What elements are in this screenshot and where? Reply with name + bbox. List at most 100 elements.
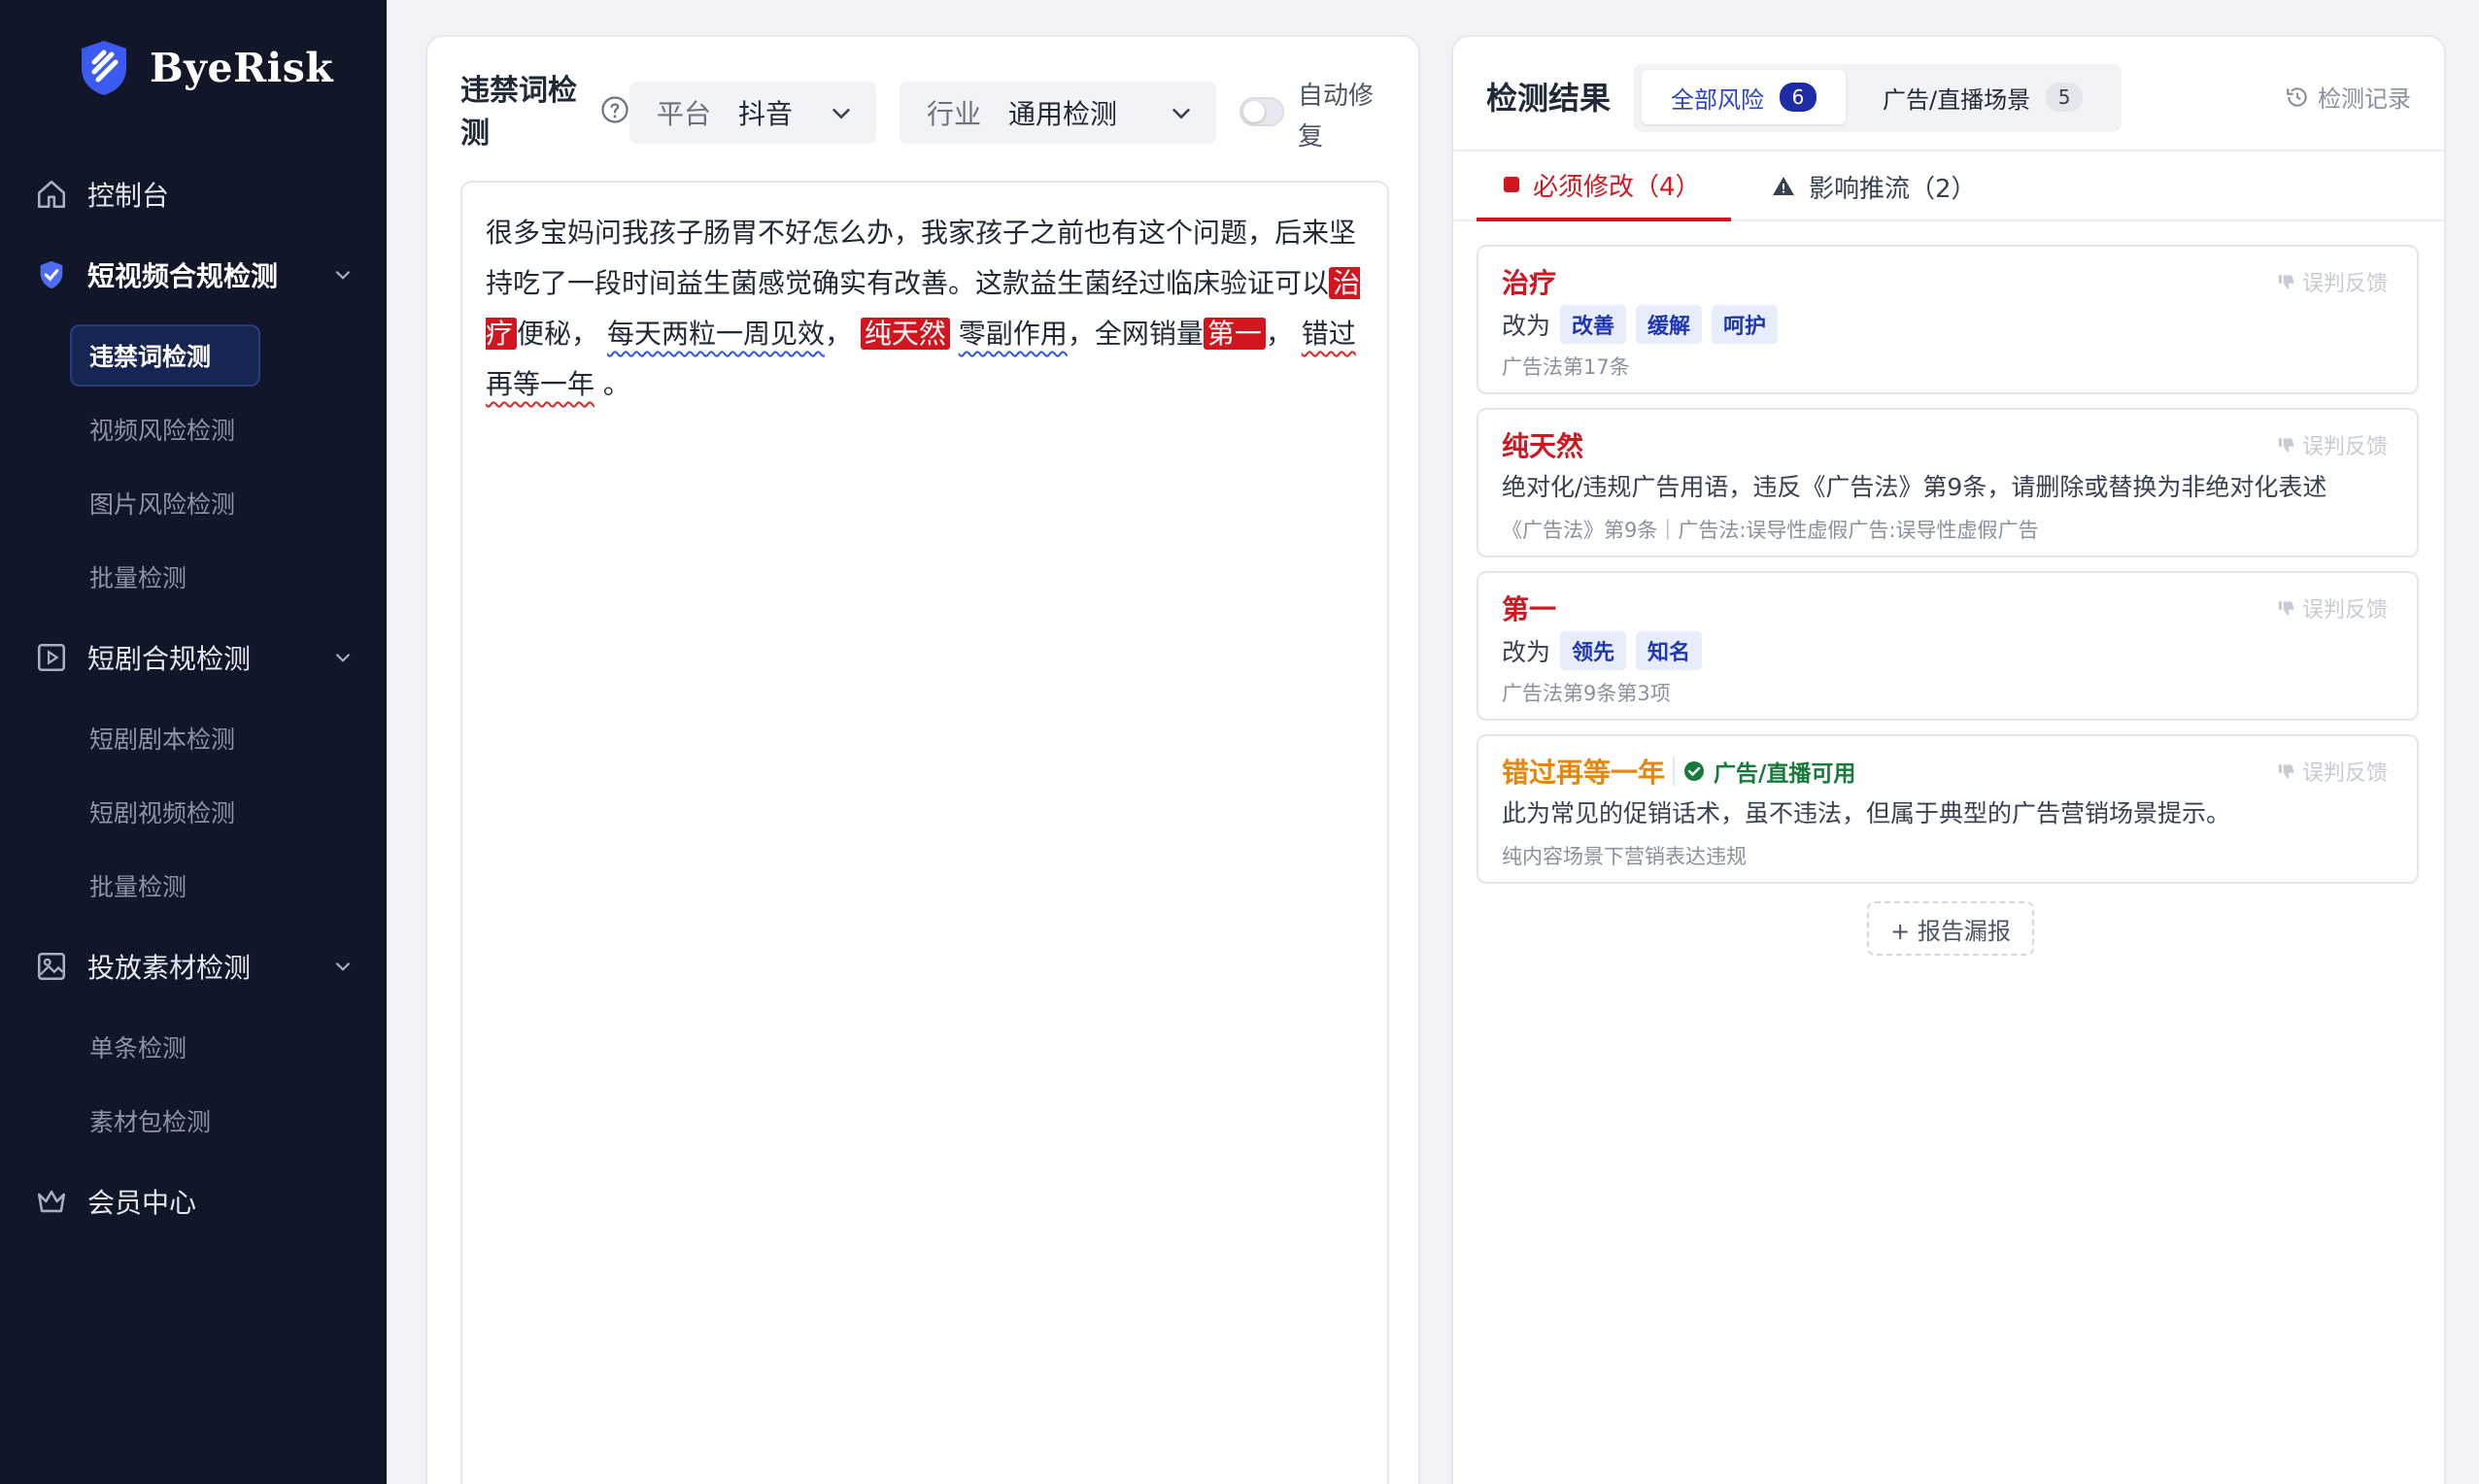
warning-underline[interactable]: 每天两粒一周见效	[607, 318, 825, 350]
nav-sub-video-risk[interactable]: 视频风险检测	[70, 398, 260, 460]
report-missed-button[interactable]: + 报告漏报	[1867, 901, 2034, 956]
suggestion-chip[interactable]: 缓解	[1636, 305, 1703, 344]
nav-ad-material-label: 投放素材检测	[87, 952, 252, 984]
platform-select-label: 平台	[657, 98, 712, 130]
allowed-tag-label: 广告/直播可用	[1714, 761, 1856, 787]
help-icon[interactable]	[600, 95, 629, 124]
violation-highlight[interactable]: 纯天然	[860, 318, 950, 350]
results-tabs: 必须修改（4） 影响推流（2）	[1453, 150, 2444, 221]
text-editor[interactable]: 很多宝妈问我孩子肠胃不好怎么办，我家孩子之前也有这个问题，后来坚持吃了一段时间益…	[460, 181, 1389, 1484]
nav-membership[interactable]: 会员中心	[35, 1172, 356, 1231]
text-segment: 。	[602, 368, 630, 400]
divider	[1673, 757, 1676, 786]
result-item[interactable]: 错过再等一年 广告/直播可用 误判反馈 此为常见的促销话术，虽不违法，但属于典型…	[1477, 734, 2419, 884]
count-badge: 6	[1780, 83, 1817, 112]
result-item[interactable]: 纯天然 误判反馈 绝对化/违规广告用语，违反《广告法》第9条，请删除或替换为非绝…	[1477, 408, 2419, 557]
tab-must-fix[interactable]: 必须修改（4）	[1477, 152, 1731, 221]
feedback-button[interactable]: 误判反馈	[2277, 592, 2388, 624]
feedback-label: 误判反馈	[2301, 435, 2388, 459]
industry-select[interactable]: 行业 通用检测	[900, 82, 1216, 144]
rule-source: 《广告法》第9条｜广告法:误导性虚假广告:误导性虚假广告	[1502, 519, 2039, 542]
feedback-label: 误判反馈	[2301, 598, 2388, 623]
suggestion-line: 改为 改善 缓解 呵护	[1502, 305, 1779, 344]
thumbs-down-icon	[2278, 275, 2294, 289]
chevron-down-icon	[832, 108, 851, 119]
industry-select-value: 通用检测	[1008, 98, 1118, 130]
history-icon	[2287, 86, 2307, 107]
history-link[interactable]: 检测记录	[2285, 80, 2411, 114]
suggestion-chip[interactable]: 知名	[1636, 631, 1703, 670]
filter-ad-label: 广告/直播场景	[1883, 85, 2031, 114]
text-segment: 很多宝妈问我孩子肠胃不好怎么办，我家孩子之前也有这个问题，后来坚持吃了一段时间益…	[486, 217, 1357, 299]
nav-short-video-label: 短视频合规检测	[87, 260, 279, 292]
page-title: 违禁词检测	[460, 74, 577, 151]
risk-word: 错过再等一年	[1502, 757, 1666, 789]
feedback-button[interactable]: 误判反馈	[2277, 266, 2388, 297]
tab-affects-reach[interactable]: 影响推流（2）	[1772, 152, 1977, 221]
thumbs-down-icon	[2278, 601, 2294, 616]
text-segment: ，全网销量	[1067, 318, 1204, 350]
feedback-label: 误判反馈	[2301, 272, 2388, 296]
warning-underline[interactable]: 零副作用	[959, 318, 1068, 350]
result-item[interactable]: 第一 误判反馈 改为 领先 知名 广告法第9条第3项	[1477, 571, 2419, 721]
suggestion-prefix: 改为	[1502, 312, 1551, 340]
risk-description: 绝对化/违规广告用语，违反《广告法》第9条，请删除或替换为非绝对化表述	[1502, 473, 2327, 501]
check-circle-icon	[1684, 761, 1705, 781]
nav-sub-single[interactable]: 单条检测	[70, 1016, 260, 1078]
rule-source: 纯内容场景下营销表达违规	[1502, 845, 1747, 868]
nav-sub-batch-2[interactable]: 批量检测	[70, 855, 260, 917]
allowed-tag: 广告/直播可用	[1682, 755, 1855, 788]
nav-sub-forbidden-words[interactable]: 违禁词检测	[70, 324, 260, 387]
tab-affects-reach-label: 影响推流（2）	[1809, 174, 1977, 204]
thumbs-down-icon	[2278, 764, 2294, 779]
count-badge: 5	[2046, 83, 2084, 112]
nav-dashboard[interactable]: 控制台	[35, 165, 356, 223]
text-segment: 便秘，	[517, 318, 599, 350]
feedback-button[interactable]: 误判反馈	[2277, 429, 2388, 460]
platform-select-value: 抖音	[738, 98, 794, 130]
nav-sub-package[interactable]: 素材包检测	[70, 1090, 260, 1152]
nav-ad-material[interactable]: 投放素材检测	[35, 937, 356, 995]
shield-check-icon	[40, 260, 63, 289]
feedback-label: 误判反馈	[2301, 761, 2388, 786]
play-square-icon	[37, 643, 66, 672]
risk-filter-segment: 全部风险 6 广告/直播场景 5	[1634, 64, 2122, 132]
risk-word: 纯天然	[1502, 430, 1584, 462]
risk-word: 治疗	[1502, 267, 1557, 299]
rule-source: 广告法第9条第3项	[1502, 682, 1671, 705]
chevron-down-icon	[1172, 108, 1191, 119]
chevron-down-icon	[335, 270, 351, 280]
risk-word: 第一	[1502, 593, 1557, 625]
app-logo[interactable]: ByeRisk	[78, 39, 333, 97]
auto-fix-toggle[interactable]	[1240, 97, 1284, 126]
suggestion-chip[interactable]: 呵护	[1712, 305, 1779, 344]
warning-triangle-icon	[1773, 177, 1794, 195]
industry-select-label: 行业	[927, 98, 982, 130]
violation-highlight[interactable]: 第一	[1203, 318, 1266, 350]
history-label: 检测记录	[2318, 85, 2411, 113]
sidebar: ByeRisk 控制台 短视频合规检测 违禁词检测 视频风险检测 图片风险检测 …	[0, 0, 387, 1484]
suggestion-chip[interactable]: 改善	[1560, 305, 1627, 344]
result-item[interactable]: 治疗 误判反馈 改为 改善 缓解 呵护 广告法第17条	[1477, 245, 2419, 394]
thumbs-down-icon	[2278, 438, 2294, 453]
platform-select[interactable]: 平台 抖音	[629, 82, 876, 144]
suggestion-prefix: 改为	[1502, 638, 1551, 666]
chevron-down-icon	[335, 961, 351, 971]
nav-sub-image-risk[interactable]: 图片风险检测	[70, 472, 260, 534]
nav-sub-batch-1[interactable]: 批量检测	[70, 546, 260, 608]
chevron-down-icon	[335, 653, 351, 662]
nav-short-video[interactable]: 短视频合规检测	[35, 246, 356, 304]
filter-ad-live[interactable]: 广告/直播场景 5	[1853, 70, 2112, 124]
auto-fix-label: 自动修复	[1298, 82, 1375, 152]
text-segment: ，	[1265, 318, 1293, 350]
rule-source: 广告法第17条	[1502, 355, 1630, 379]
filter-all-risks[interactable]: 全部风险 6	[1642, 70, 1846, 124]
nav-sub-drama-script[interactable]: 短剧剧本检测	[70, 707, 260, 769]
home-icon	[37, 180, 66, 209]
nav-sub-drama-video[interactable]: 短剧视频检测	[70, 781, 260, 843]
filter-all-label: 全部风险	[1671, 85, 1764, 114]
nav-membership-label: 会员中心	[87, 1187, 197, 1219]
nav-short-drama[interactable]: 短剧合规检测	[35, 628, 356, 687]
feedback-button[interactable]: 误判反馈	[2277, 756, 2388, 787]
suggestion-chip[interactable]: 领先	[1560, 631, 1627, 670]
